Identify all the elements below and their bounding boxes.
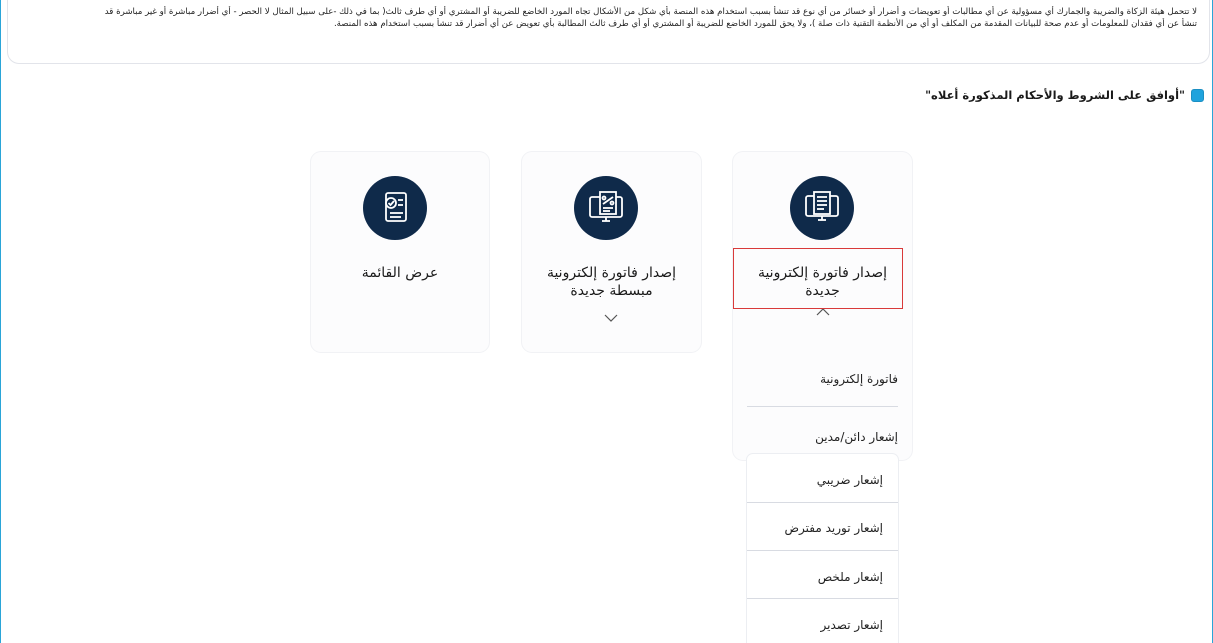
chevron-down-icon[interactable] (604, 314, 618, 322)
credit-debit-submenu: إشعار ضريبي إشعار توريد مفترض إشعار ملخص… (747, 454, 898, 643)
selection-highlight (733, 248, 903, 309)
list-check-icon (363, 176, 427, 240)
invoice-monitor-icon (790, 176, 854, 240)
disclaimer-line-2: تنشأ عن أي فقدان للمعلومات أو عدم صحة لل… (333, 19, 1197, 29)
submenu-divider (747, 550, 898, 551)
disclaimer-line-1: لا تتحمل هيئة الزكاة والضريبة والجمارك أ… (104, 7, 1197, 17)
agree-checkbox[interactable] (1191, 88, 1204, 102)
chevron-up-icon[interactable] (816, 308, 830, 316)
simplified-invoice-monitor-icon (574, 176, 638, 240)
disclaimer-box: لا تتحمل هيئة الزكاة والضريبة والجمارك أ… (7, 0, 1210, 64)
view-list-title: عرض القائمة (361, 265, 439, 281)
submenu-divider (747, 598, 898, 599)
submenu-divider (747, 502, 898, 503)
dropdown-divider (747, 406, 898, 407)
disclaimer-text: لا تتحمل هيئة الزكاة والضريبة والجمارك أ… (17, 6, 1197, 30)
simplified-invoice-title-line-2: مبسطة جديدة (570, 283, 653, 299)
submenu-item-deemed-supply-note[interactable]: إشعار توريد مفترض (753, 521, 883, 535)
agree-terms-label: "أوافق على الشروط والأحكام المذكورة أعلا… (925, 88, 1185, 102)
dropdown-item-e-invoice[interactable]: فاتورة إلكترونية (747, 372, 898, 386)
simplified-invoice-title-line-1: إصدار فاتورة إلكترونية (546, 265, 677, 281)
agree-terms-row[interactable]: "أوافق على الشروط والأحكام المذكورة أعلا… (925, 88, 1204, 102)
dropdown-item-credit-debit-note[interactable]: إشعار دائن/مدين (747, 430, 898, 444)
view-list-card[interactable]: عرض القائمة (311, 152, 489, 352)
simplified-invoice-card[interactable]: إصدار فاتورة إلكترونية مبسطة جديدة (522, 152, 701, 352)
submenu-item-summary-note[interactable]: إشعار ملخص (753, 570, 883, 584)
submenu-item-tax-note[interactable]: إشعار ضريبي (753, 473, 883, 487)
simplified-invoice-title: إصدار فاتورة إلكترونية مبسطة جديدة (532, 264, 691, 300)
page-frame: لا تتحمل هيئة الزكاة والضريبة والجمارك أ… (0, 0, 1213, 643)
submenu-item-export-note[interactable]: إشعار تصدير (753, 618, 883, 632)
